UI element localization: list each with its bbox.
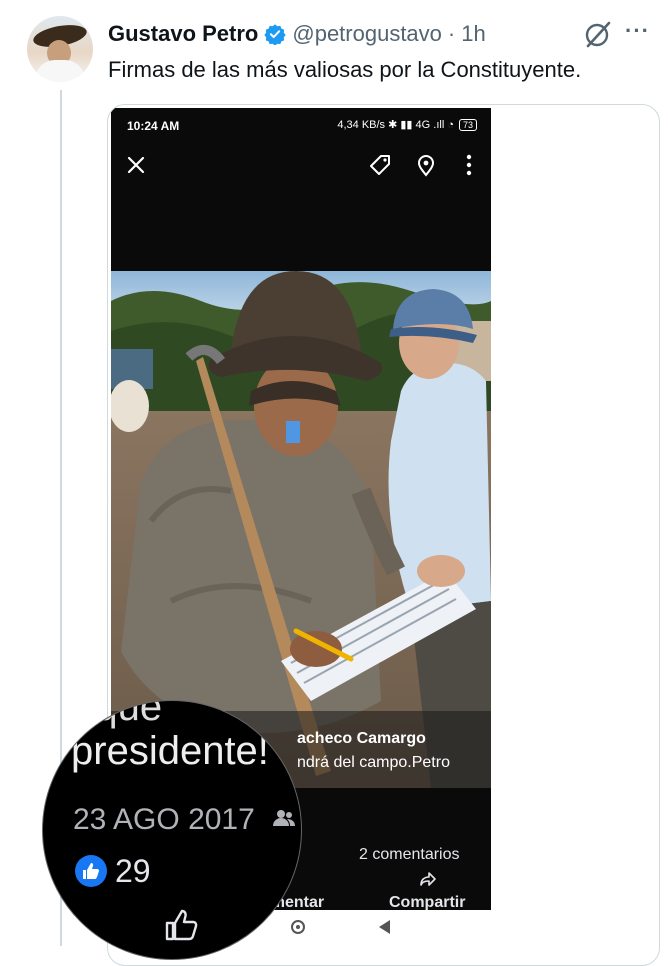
- separator-dot: ·: [447, 21, 456, 46]
- magnified-partial-line: r que: [71, 700, 163, 729]
- magnified-date: 23 AGO 2017: [73, 803, 255, 836]
- magnified-like-count: 29: [115, 853, 151, 889]
- magnified-main-line: presidente!: [71, 729, 269, 773]
- more-options-icon[interactable]: ···: [625, 18, 650, 44]
- status-time: 10:24 AM: [127, 119, 180, 133]
- status-icons: 4,34 KB/s ✱ ▮▮ 4G .ıll ◔ 73: [337, 118, 477, 131]
- author-name[interactable]: Gustavo Petro: [108, 21, 258, 47]
- photo-caption-name: acheco Camargo: [297, 730, 426, 747]
- thumbs-up-icon: [165, 909, 198, 941]
- author-handle[interactable]: @petrogustavo: [292, 21, 442, 47]
- avatar-shirt: [35, 60, 85, 82]
- photo-caption-text: ndrá del campo.Petro: [297, 754, 450, 771]
- status-right-text: 4,34 KB/s ✱ ▮▮ 4G .ıll ◔: [337, 119, 454, 131]
- kebab-menu-icon: [466, 154, 472, 176]
- tag-icon: [370, 155, 390, 175]
- phone-status-bar: 10:24 AM 4,34 KB/s ✱ ▮▮ 4G .ıll ◔ 73: [111, 108, 491, 142]
- verified-badge-icon: [264, 24, 287, 45]
- back-triangle-icon: [379, 920, 390, 934]
- close-icon: [127, 156, 145, 174]
- grok-icon[interactable]: [584, 20, 612, 48]
- share-icon: [420, 872, 436, 886]
- magnified-inset: r que presidente! 23 AGO 2017 29: [42, 700, 302, 960]
- battery-icon: 73: [458, 118, 477, 131]
- location-pin-icon: [417, 155, 435, 177]
- home-icon: [291, 920, 305, 934]
- tweet-time[interactable]: 1h: [461, 21, 485, 47]
- comments-count: 2 comentarios: [359, 846, 460, 863]
- avatar[interactable]: [27, 16, 93, 82]
- tweet-text: Firmas de las más valiosas por la Consti…: [108, 57, 582, 82]
- tweet-header: Gustavo Petro @petrogustavo · 1h: [108, 20, 486, 48]
- like-badge-icon: [75, 855, 107, 887]
- friends-audience-icon: [273, 810, 295, 826]
